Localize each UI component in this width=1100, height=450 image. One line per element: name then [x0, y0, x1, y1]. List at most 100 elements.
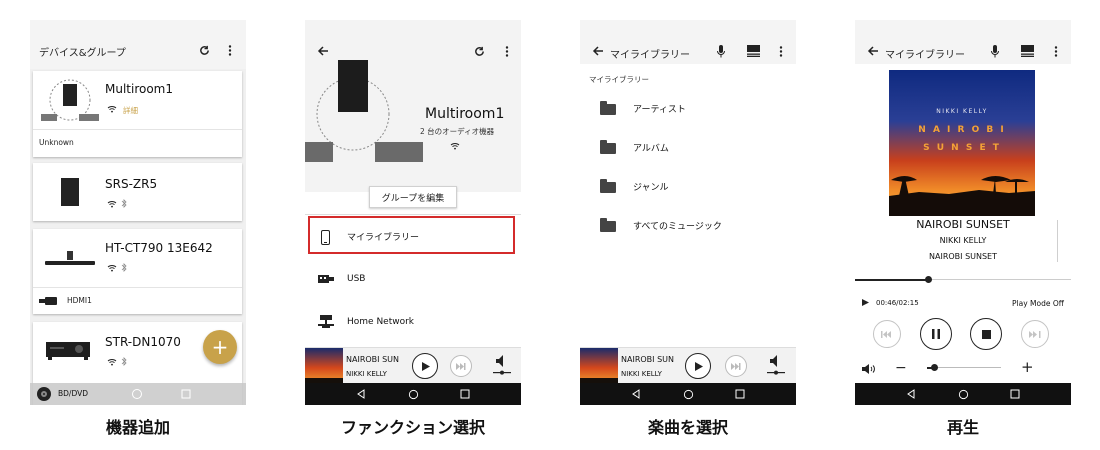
seek-bar[interactable]: [855, 276, 1071, 284]
top-bar: デバイス&グループ: [30, 20, 246, 69]
stop-button[interactable]: [970, 318, 1002, 350]
next-button[interactable]: [725, 355, 747, 377]
hdmi-icon: [39, 296, 61, 306]
play-mode-label[interactable]: Play Mode Off: [1012, 299, 1064, 308]
play-button[interactable]: [412, 353, 438, 379]
device-name: HT-CT790 13E642: [105, 241, 213, 255]
menu-item-usb[interactable]: USB: [305, 259, 521, 299]
volume-control-icon[interactable]: [767, 354, 785, 378]
volume-down-button[interactable]: −: [895, 360, 907, 376]
volume-slider[interactable]: [927, 364, 1001, 372]
divider: [305, 214, 521, 215]
album-art-title-line1: N A I R O B I: [918, 125, 1006, 135]
speaker-icon: [862, 364, 876, 374]
mini-artist: NIKKI KELLY: [346, 370, 387, 378]
device-card-srs-zr5[interactable]: SRS-ZR5: [33, 163, 242, 221]
album-art-artist: NIKKI KELLY: [936, 108, 988, 115]
source-label: BD/DVD: [58, 389, 88, 398]
scroll-indicator: [1057, 220, 1058, 262]
next-button[interactable]: [450, 355, 472, 377]
folder-icon: [600, 101, 616, 115]
play-indicator-icon: [861, 298, 869, 306]
mini-track-title: NAIROBI SUN: [621, 355, 674, 364]
mini-player[interactable]: NAIROBI SUN NIKKI KELLY: [580, 347, 796, 384]
phone-select-music: マイライブラリー マイライブラリー アーティスト アルバム ジャンル すべてのミ…: [580, 20, 796, 405]
refresh-icon[interactable]: [473, 45, 485, 57]
album-art-title-line2: S U N S E T: [923, 143, 1001, 153]
queue-icon[interactable]: [747, 45, 760, 57]
device-name: STR-DN1070: [105, 335, 181, 349]
library-item-album[interactable]: アルバム: [580, 128, 796, 167]
volume-control-icon[interactable]: [493, 354, 511, 378]
recents-nav-icon[interactable]: [734, 388, 746, 400]
volume-thumb[interactable]: [931, 364, 938, 371]
phone-device-group: デバイス&グループ Multiroom1 詳細 Unknown SRS-ZR5 …: [30, 20, 246, 405]
bottom-overlay: BD/DVD: [30, 383, 246, 405]
previous-button[interactable]: [873, 320, 901, 348]
more-options-icon[interactable]: [1052, 45, 1060, 57]
phone-function-select: Multiroom1 2 台のオーディオ機器 グループを編集 マイライブラリー …: [305, 20, 521, 405]
more-options-icon[interactable]: [503, 45, 511, 57]
album-art-thumbnail: [580, 348, 618, 384]
back-nav-icon[interactable]: [905, 388, 917, 400]
recents-nav-icon[interactable]: [180, 388, 192, 400]
menu-label: USB: [347, 274, 366, 284]
wifi-icon: [450, 142, 460, 150]
caption-select-music: 楽曲を選択: [647, 418, 728, 437]
next-button[interactable]: [1021, 320, 1049, 348]
refresh-icon[interactable]: [198, 44, 210, 56]
pause-button[interactable]: [920, 318, 952, 350]
source-row: Unknown: [33, 129, 242, 155]
edit-group-button[interactable]: グループを編集: [369, 186, 457, 208]
microphone-icon[interactable]: [716, 44, 726, 58]
queue-icon[interactable]: [1021, 45, 1034, 57]
play-button[interactable]: [685, 353, 711, 379]
device-card-ht-ct790[interactable]: HT-CT790 13E642 HDMI1: [33, 229, 242, 314]
more-options-icon[interactable]: [226, 44, 234, 56]
album-art: NIKKI KELLY N A I R O B I S U N S E T: [889, 70, 1035, 216]
bluetooth-icon: [121, 263, 127, 272]
group-image: [305, 56, 430, 164]
wifi-icon: [107, 358, 117, 366]
library-item-all-music[interactable]: すべてのミュージック: [580, 206, 796, 245]
more-options-icon[interactable]: [777, 45, 785, 57]
mini-player[interactable]: NAIROBI SUN NIKKI KELLY: [305, 347, 521, 384]
library-item-genre[interactable]: ジャンル: [580, 167, 796, 206]
device-name: Multiroom1: [105, 82, 174, 96]
back-nav-icon[interactable]: [630, 388, 642, 400]
mini-artist: NIKKI KELLY: [621, 370, 662, 378]
android-nav-bar: [580, 383, 796, 405]
home-nav-icon[interactable]: [407, 388, 419, 400]
device-card-multiroom1[interactable]: Multiroom1 詳細 Unknown: [33, 71, 242, 157]
top-bar: マイライブラリー: [855, 20, 1071, 64]
detail-link[interactable]: 詳細: [123, 105, 138, 116]
folder-icon: [600, 179, 616, 193]
seek-progress: [855, 278, 929, 281]
group-image: [41, 77, 99, 121]
home-nav-icon[interactable]: [957, 388, 969, 400]
back-arrow-icon[interactable]: [592, 45, 604, 57]
home-nav-icon[interactable]: [682, 388, 694, 400]
recents-nav-icon[interactable]: [459, 388, 471, 400]
source-label: Unknown: [39, 138, 74, 147]
add-device-button[interactable]: +: [203, 330, 237, 364]
android-nav-bar: [855, 383, 1071, 405]
volume-up-button[interactable]: +: [1021, 358, 1034, 376]
folder-icon: [600, 140, 616, 154]
back-nav-icon[interactable]: [355, 388, 367, 400]
volume-track: [927, 367, 1001, 368]
artist-name: NIKKI KELLY: [939, 236, 987, 245]
bluetooth-icon: [121, 357, 127, 366]
mini-track-title: NAIROBI SUN: [346, 355, 399, 364]
top-bar: マイライブラリー: [580, 20, 796, 64]
back-arrow-icon[interactable]: [867, 45, 879, 57]
home-nav-icon[interactable]: [131, 388, 143, 400]
source-row: HDMI1: [33, 287, 242, 313]
seek-thumb[interactable]: [924, 276, 932, 283]
microphone-icon[interactable]: [990, 44, 1000, 58]
menu-item-home-network[interactable]: Home Network: [305, 302, 521, 342]
recents-nav-icon[interactable]: [1009, 388, 1021, 400]
phone-playback: マイライブラリー NIKKI KELLY N A I R O B I S U N…: [855, 20, 1071, 405]
library-item-artist[interactable]: アーティスト: [580, 89, 796, 128]
wifi-icon: [107, 200, 117, 208]
